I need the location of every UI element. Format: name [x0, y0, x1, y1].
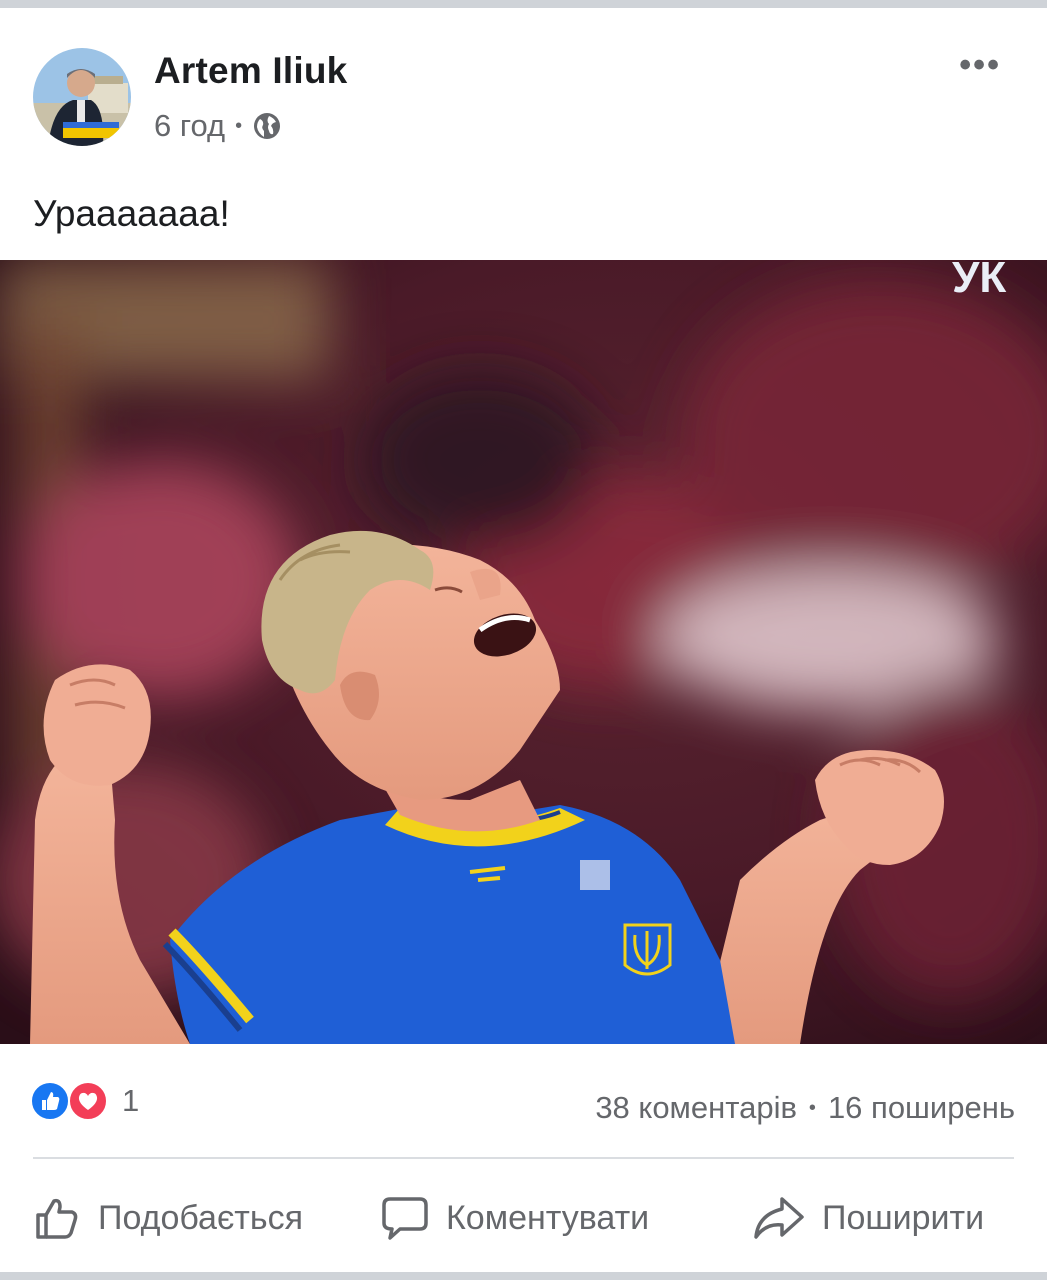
share-icon: [754, 1197, 804, 1239]
globe-icon: [252, 111, 282, 141]
like-reaction-icon: [30, 1081, 70, 1121]
more-options-icon[interactable]: •••: [959, 46, 1001, 85]
love-reaction-icon: [68, 1081, 108, 1121]
author-name[interactable]: Artem Iliuk: [154, 50, 347, 92]
comment-icon: [382, 1197, 428, 1240]
share-button[interactable]: Поширити: [752, 1193, 984, 1243]
like-label: Подобається: [98, 1198, 303, 1237]
post-photo[interactable]: УК: [0, 260, 1047, 1044]
author-avatar[interactable]: [33, 48, 131, 146]
stats-separator: •: [808, 1096, 816, 1119]
reactions-summary[interactable]: 1: [30, 1081, 139, 1121]
meta-separator: •: [235, 114, 243, 137]
share-label: Поширити: [822, 1198, 985, 1237]
post-stats: 38 коментарів • 16 поширень: [595, 1090, 1015, 1126]
post-timestamp[interactable]: 6 год: [154, 108, 225, 144]
like-button[interactable]: Подобається: [32, 1193, 303, 1243]
comment-button[interactable]: Коментувати: [380, 1193, 649, 1243]
actions-divider: [33, 1157, 1014, 1159]
reaction-icons: [30, 1081, 112, 1121]
post-card: Artem Iliuk 6 год • ••• Урааааааа! УК 1 …: [0, 8, 1047, 1272]
comment-label: Коментувати: [446, 1198, 650, 1237]
photo-overlay-text: УК: [952, 260, 1006, 302]
thumbs-up-icon: [36, 1198, 78, 1239]
comments-count[interactable]: 38 коментарів: [595, 1090, 797, 1126]
feed-separator: [0, 1272, 1047, 1280]
reactions-count: 1: [122, 1083, 140, 1118]
post-meta: 6 год •: [154, 108, 282, 144]
post-actions: Подобається Коментувати Поширити: [0, 1193, 1047, 1253]
post-text: Урааааааа!: [33, 193, 230, 234]
shares-count[interactable]: 16 поширень: [828, 1090, 1015, 1126]
